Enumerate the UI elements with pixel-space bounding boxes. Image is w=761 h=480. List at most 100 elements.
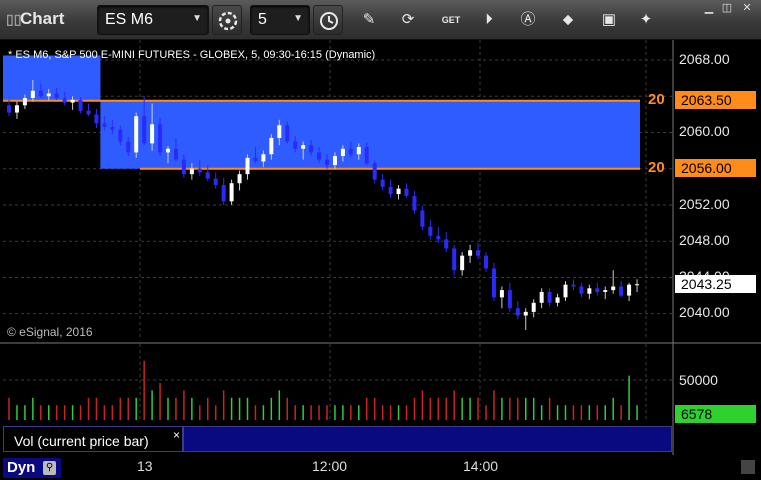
candle-body [213, 178, 218, 186]
clock-button[interactable] [313, 5, 343, 35]
candle-body [118, 129, 123, 142]
candle-body [285, 125, 290, 142]
close-icon[interactable]: × [173, 428, 180, 442]
highlight-zone [3, 55, 101, 101]
candle-body [229, 183, 234, 202]
candle-body [54, 93, 59, 99]
interval-selector[interactable]: 5 ▼ [250, 5, 310, 35]
minimize-icon[interactable]: ▁ [700, 1, 718, 15]
restore-icon[interactable]: ◫ [718, 1, 736, 15]
upper-level-marker: 20 [648, 91, 665, 108]
candle-body [356, 146, 361, 155]
candle-body [531, 302, 536, 312]
candle-body [547, 291, 552, 303]
volume-study-bar[interactable] [183, 426, 672, 452]
candle-body [301, 145, 306, 149]
candle-body [571, 284, 576, 287]
lock-icon[interactable]: ⚲ [43, 461, 56, 475]
chevron-down-icon: ▼ [293, 13, 303, 24]
dynamic-label: Dyn [7, 459, 36, 476]
candle-body [94, 114, 99, 124]
candle-body [611, 286, 616, 291]
chart-header: * ES M6, S&P 500 E-MINI FUTURES - GLOBEX… [8, 49, 376, 61]
candle-body [166, 148, 170, 153]
candle-body [388, 186, 393, 195]
play-icon[interactable]: ⏵ [478, 9, 500, 31]
candle-body [86, 110, 91, 115]
time-tick-label: 14:00 [463, 458, 499, 474]
price-tick-label: 2040.00 [679, 304, 730, 320]
get-data-icon[interactable]: GET [440, 9, 462, 31]
chevron-down-icon: ▼ [192, 13, 202, 24]
candle-body [78, 99, 83, 111]
candle-body [499, 290, 504, 298]
candle-body [30, 90, 35, 99]
candle-body [38, 90, 43, 97]
chart-canvas[interactable] [0, 40, 761, 455]
candle-body [436, 235, 441, 240]
scroll-corner[interactable] [741, 460, 755, 474]
candle-body [293, 141, 298, 149]
crosshair-target-button[interactable] [212, 5, 242, 35]
candle-body [205, 172, 210, 179]
last-price-tag: 2043.25 [675, 275, 756, 293]
volume-panel [3, 344, 672, 424]
candle-body [126, 141, 131, 153]
alert-icon[interactable]: Ⓐ [517, 9, 539, 31]
candle-body [309, 145, 314, 153]
candle-body [619, 286, 624, 296]
candle-body [539, 291, 544, 303]
candle-body [102, 123, 107, 128]
candle-body [468, 250, 473, 256]
candle-body [563, 284, 568, 298]
candle-body [412, 195, 417, 211]
candle-body [420, 210, 425, 227]
candle-body [404, 188, 409, 196]
app-title: ▯▯Chart [6, 9, 64, 29]
symbol-selector[interactable]: ES M6 ▼ [97, 5, 209, 35]
price-tick-label: 2052.00 [679, 196, 730, 212]
candle-body [142, 116, 147, 144]
candle-body [635, 284, 640, 286]
candle-body [428, 226, 433, 236]
candle-body [372, 163, 377, 180]
candle-body [476, 250, 481, 256]
candle-body [197, 168, 202, 173]
tag-icon[interactable]: ⬥ [557, 9, 579, 31]
candle-body [484, 255, 488, 269]
candle-body [491, 268, 496, 298]
refresh-cycle-icon[interactable]: ⟳ [397, 9, 419, 31]
pencil-draw-icon[interactable]: ✎ [358, 9, 380, 31]
candle-body [110, 127, 115, 130]
candle-body [348, 148, 353, 155]
candle-body [277, 125, 282, 138]
interval-value: 5 [258, 11, 267, 28]
close-icon[interactable]: ✕ [738, 1, 756, 15]
candle-body [253, 157, 258, 162]
candle-body [237, 174, 242, 184]
dynamic-button[interactable]: Dyn ⚲ [3, 458, 61, 478]
highlight-zone [100, 100, 640, 169]
copyright-text: © eSignal, 2016 [7, 325, 93, 339]
candle-body [62, 98, 67, 103]
volume-current-tag: 6578 [675, 405, 756, 423]
time-tick-label: 13 [137, 458, 153, 474]
volume-legend[interactable]: Vol (current price bar) × [3, 426, 183, 452]
candle-body [595, 288, 600, 292]
drag-grip-icon[interactable]: ▯▯ [6, 11, 21, 28]
price-panel [3, 40, 672, 340]
candle-body [14, 105, 19, 113]
candle-body [579, 286, 584, 294]
candle-body [627, 284, 632, 296]
pushpin-icon[interactable]: ✦ [635, 9, 657, 31]
candle-body [317, 152, 322, 160]
price-tick-label: 2048.00 [679, 232, 730, 248]
symbol-value: ES M6 [105, 11, 154, 28]
time-tick-label: 12:00 [312, 458, 348, 474]
clock-icon [320, 12, 338, 30]
candle-body [340, 148, 345, 157]
candle-body [150, 124, 155, 144]
comment-icon[interactable]: ▣ [598, 9, 620, 31]
lower-level-marker: 20 [648, 159, 665, 176]
candle-body [396, 188, 401, 195]
